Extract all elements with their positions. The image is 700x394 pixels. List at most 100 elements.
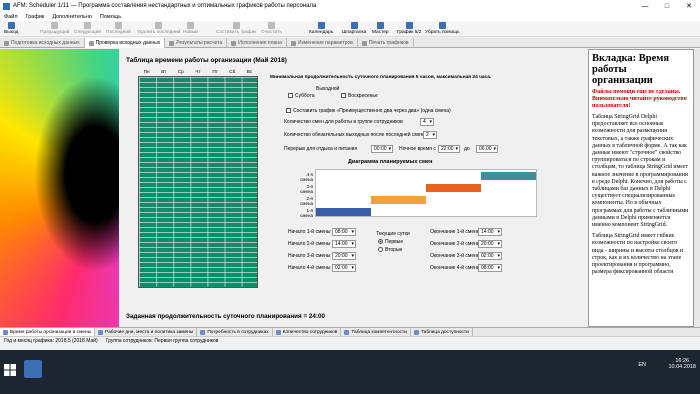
menu-schedule[interactable]: График: [22, 14, 49, 20]
minimize-button[interactable]: —: [634, 0, 656, 12]
start-label-2: Начало 2-й смены: [288, 241, 331, 247]
clock-icon: [3, 330, 8, 335]
last-button[interactable]: Последний: [106, 22, 131, 35]
second-radio[interactable]: [378, 247, 383, 253]
sunday-checkbox[interactable]: [341, 93, 346, 99]
tab-results[interactable]: Результаты расчета: [165, 38, 228, 48]
schedule-52-button[interactable]: График 5/2: [397, 22, 421, 35]
saturday-check[interactable]: Суббота: [288, 93, 315, 99]
total-duration: Заданная продолжительность суточного пла…: [126, 313, 325, 320]
shifts-label: Количество смен для работы в группе сотр…: [284, 119, 403, 125]
days-off-select[interactable]: 2: [423, 131, 437, 139]
help-panel: Вкладка: Время работы организации Файлы …: [588, 49, 694, 327]
start-label-4: Начало 4-й смены: [288, 265, 331, 271]
chart-plot: [315, 169, 537, 217]
prev-button[interactable]: Предыдущий: [40, 22, 69, 35]
clock-date: 10.04.2018: [668, 364, 696, 370]
language-indicator[interactable]: EN: [638, 362, 646, 368]
maximize-button[interactable]: □: [656, 0, 678, 12]
app-icon: [3, 2, 10, 10]
cheatsheet-button[interactable]: Шпаргалка: [342, 22, 366, 35]
new-icon: [186, 22, 194, 29]
first-radio[interactable]: [378, 239, 383, 245]
break-select[interactable]: 00:00: [371, 145, 393, 153]
end-select-2[interactable]: 20:00: [478, 240, 502, 248]
next-button[interactable]: Следующий: [74, 22, 101, 35]
help-scrollbar[interactable]: [694, 49, 700, 327]
prepare-icon: [4, 40, 9, 46]
tab-print[interactable]: Печать графиков: [358, 38, 414, 48]
night-to-select[interactable]: 06:00: [476, 145, 498, 153]
calendar-button[interactable]: Календарь: [309, 22, 333, 35]
menu-extra[interactable]: Дополнительно: [48, 14, 96, 20]
check-icon: [88, 40, 94, 46]
close-button[interactable]: ✕: [678, 0, 700, 12]
make-schedule-button[interactable]: Составить график: [216, 22, 256, 35]
start-label-3: Начало 3-й смены: [288, 253, 331, 259]
weekend-label: Выходной: [316, 86, 340, 92]
first-day-radio[interactable]: Первые: [378, 239, 403, 245]
hide-help-button[interactable]: Убрать помощь: [425, 22, 460, 35]
next-icon: [83, 22, 91, 29]
chart-title: Диаграмма планируемых смен: [348, 159, 433, 165]
current-day-label: Текущие сутки: [376, 231, 410, 237]
second-day-radio[interactable]: Вторые: [378, 247, 402, 253]
night-from-select[interactable]: 22:00: [438, 145, 460, 153]
end-select-3[interactable]: 02:00: [478, 252, 502, 260]
tab-execution[interactable]: Исполнение плана: [227, 38, 287, 48]
min-max-note: Минимальная продолжительность суточного …: [270, 75, 492, 80]
menu-help[interactable]: Помощь: [96, 14, 125, 20]
menu-file[interactable]: Файл: [0, 14, 22, 20]
grid-cells[interactable]: [138, 76, 258, 288]
workdays-icon: [98, 330, 104, 335]
work-time-grid[interactable]: Пн Вт Ср Чт Пт Сб Вс: [138, 69, 258, 341]
day-thu: Чт: [195, 69, 201, 74]
help-paragraph-2: Таблица StringGrid имеет гибкие возможно…: [592, 233, 684, 276]
wizard-icon: [376, 22, 384, 29]
tab-check[interactable]: Проверка исходных данных: [84, 38, 166, 48]
clear-button[interactable]: Очистить: [261, 22, 282, 35]
print-icon: [361, 40, 367, 46]
app-window: AFM: Scheduler 1/11 — Программа составле…: [0, 0, 700, 381]
start-select-3[interactable]: 20:00: [332, 252, 356, 260]
two-through-two-checkbox[interactable]: [286, 108, 291, 114]
night-to-label: до: [464, 146, 470, 152]
wizard-button[interactable]: Мастер: [372, 22, 389, 35]
start-select-2[interactable]: 14:00: [332, 240, 356, 248]
end-select-4[interactable]: 08:00: [478, 264, 502, 272]
shift-chart: 4-я смена 3-я смена 2-я смена 1-я смена: [300, 169, 537, 223]
exit-button[interactable]: Выход: [4, 22, 18, 35]
start-select-1[interactable]: 08:00: [332, 228, 356, 236]
windows-start-icon[interactable]: [4, 364, 16, 376]
taskbar-app-icon[interactable]: [24, 360, 42, 378]
sunday-check[interactable]: Воскресенье: [341, 93, 378, 99]
help-icon: [438, 22, 446, 29]
page-title: Таблица времени работы организации (Май …: [126, 57, 287, 64]
saturday-checkbox[interactable]: [288, 93, 293, 99]
day-sat: Сб: [229, 69, 236, 74]
shifts-select[interactable]: 4: [420, 118, 434, 126]
help-title: Вкладка: Время работы организации: [592, 53, 670, 86]
calendar-icon: [317, 22, 325, 29]
status-month: Год и месяц графика: 2018.5 (2018 Май): [4, 337, 98, 344]
bottom-tabs: Время работы организации и смены Рабочие…: [0, 327, 700, 337]
exit-icon: [7, 22, 15, 29]
night-label: Ночное время с: [399, 146, 436, 152]
end-label-2: Окончание 2-й смены: [430, 241, 481, 247]
availability-icon: [413, 330, 419, 335]
tab-params[interactable]: Изменение параметров: [287, 38, 358, 48]
start-select-4[interactable]: 02:00: [332, 264, 356, 272]
new-button[interactable]: Новый: [183, 22, 198, 35]
schedule-icon: [232, 22, 240, 29]
end-label-1: Окончание 1-й смены: [430, 229, 481, 235]
delete-last-button[interactable]: Удалить последний: [137, 22, 180, 35]
tab-prepare[interactable]: Подготовка исходных данных: [0, 38, 85, 48]
end-label-3: Окончание 3-й смены: [430, 253, 481, 259]
menu-bar: Файл График Дополнительно Помощь: [0, 12, 700, 21]
end-select-1[interactable]: 14:00: [478, 228, 502, 236]
day-sun: Вс: [246, 69, 253, 74]
two-through-two-check[interactable]: Составить график «Преимущественно два че…: [286, 108, 451, 114]
row-label-2: 2-я смена: [300, 196, 313, 206]
demand-icon: [200, 330, 206, 335]
clear-icon: [267, 22, 275, 29]
